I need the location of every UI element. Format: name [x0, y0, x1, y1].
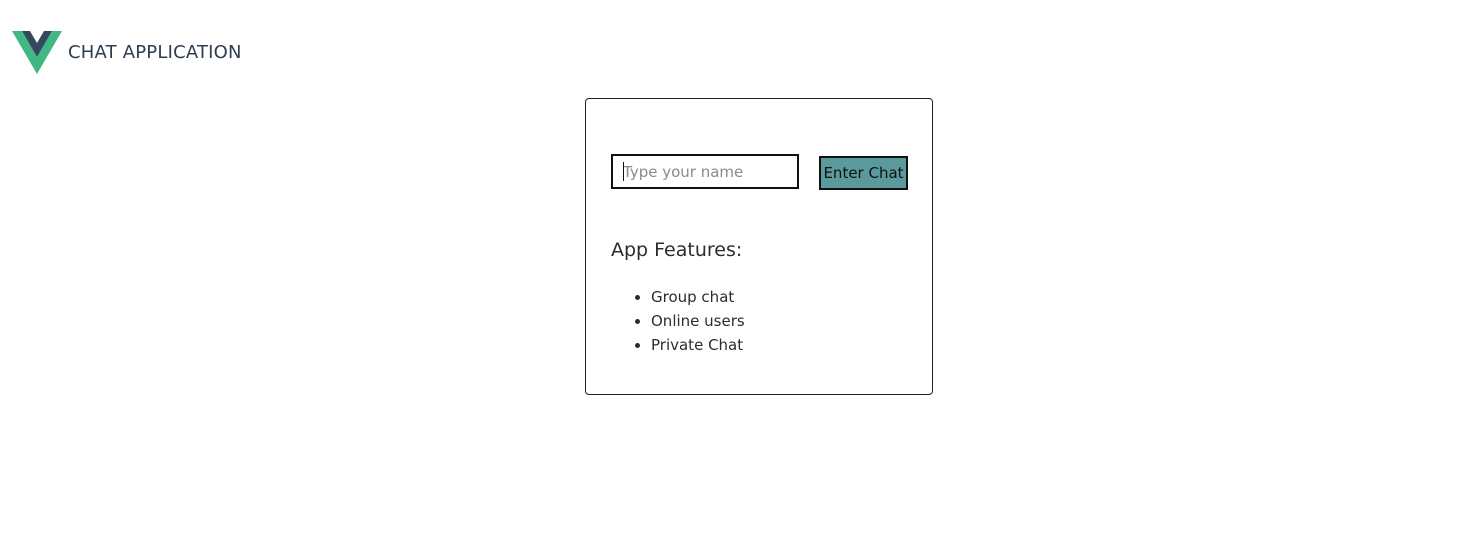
enter-chat-button[interactable]: Enter Chat [819, 156, 908, 190]
features-list: Group chat Online users Private Chat [611, 285, 745, 357]
list-item: Private Chat [651, 333, 745, 357]
list-item: Group chat [651, 285, 745, 309]
name-input[interactable] [611, 154, 799, 189]
app-title: CHAT APPLICATION [68, 41, 242, 63]
vue-logo-icon [12, 31, 62, 74]
app-header: CHAT APPLICATION [12, 31, 242, 74]
features-title: App Features: [611, 239, 743, 261]
login-card: Enter Chat App Features: Group chat Onli… [585, 98, 933, 395]
text-caret [623, 162, 624, 181]
list-item: Online users [651, 309, 745, 333]
